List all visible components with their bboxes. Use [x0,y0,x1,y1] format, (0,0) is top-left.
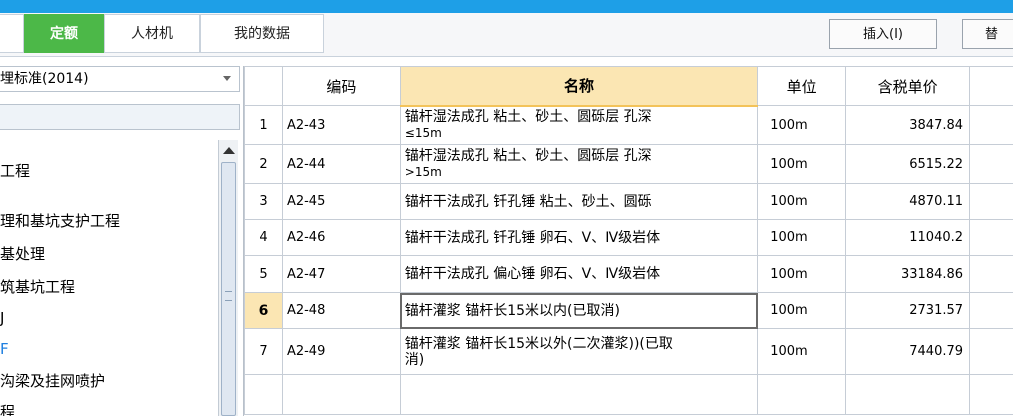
table-row[interactable]: 4 A2-46 锚杆干法成孔 钎孔锤 卵石、Ⅴ、Ⅳ级岩体 100m 11040.… [244,219,1013,256]
row-name[interactable]: 锚杆灌浆 锚杆长15米以内(已取消) [399,292,759,329]
row-code[interactable]: A2-46 [281,219,401,256]
row-unit[interactable]: 100m [757,183,847,220]
standard-select-value: 埋标准(2014) [0,71,89,87]
row-price[interactable]: 7440.79 [845,328,971,375]
table-row[interactable]: 1 A2-43 锚杆湿法成孔 粘土、砂土、圆砾层 孔深 ≤15m 100m 384… [244,105,1013,145]
table-row[interactable]: 5 A2-47 锚杆干法成孔 偏心锤 卵石、Ⅴ、Ⅳ级岩体 100m 33184.… [244,255,1013,293]
tab-quota[interactable]: 定额 [24,14,104,53]
row-empty [281,374,401,415]
header-price[interactable]: 含税单价 [845,66,971,106]
scroll-thumb[interactable] [221,162,236,416]
row-spacer [969,219,1013,256]
table-row[interactable]: 3 A2-45 锚杆干法成孔 钎孔锤 粘土、砂土、圆砾 100m 4870.11 [244,183,1013,220]
row-code[interactable]: A2-48 [281,292,401,329]
table-row[interactable] [244,374,1013,415]
row-name-line1: 锚杆灌浆 锚杆长15米以外(二次灌浆))(已取 [404,335,673,352]
row-name-line1: 锚杆湿法成孔 粘土、砂土、圆砾层 孔深 [404,148,652,164]
tree-item[interactable]: 理和基坑支护工程 [0,210,120,231]
row-price[interactable]: 2731.57 [845,292,971,329]
row-unit[interactable]: 100m [757,328,847,375]
tree-item[interactable]: 工程 [0,160,30,181]
row-unit[interactable]: 100m [757,255,847,293]
chevron-down-icon [223,76,231,81]
row-unit[interactable]: 100m [757,105,847,145]
row-name[interactable]: 锚杆灌浆 锚杆长15米以外(二次灌浆))(已取 消) [399,328,759,375]
row-code[interactable]: A2-44 [281,144,401,184]
row-empty [757,374,847,415]
title-bar [0,0,1013,13]
row-spacer [969,183,1013,220]
row-price[interactable]: 33184.86 [845,255,971,293]
row-number: 6 [244,292,283,329]
row-unit[interactable]: 100m [757,144,847,184]
tab-labor-material-machine[interactable]: 人材机 [104,14,200,53]
header-index [244,66,283,106]
scroll-up-icon[interactable] [223,147,235,154]
category-tree: 工程 理和基坑支护工程 基处理 筑基坑工程 J F 沟梁及挂网喷护 程 [0,140,218,416]
tab-bar: 定额 人材机 我的数据 插入(I) 替 [0,13,1013,57]
row-code[interactable]: A2-49 [281,328,401,375]
tab-my-data[interactable]: 我的数据 [200,14,324,53]
tree-scrollbar[interactable] [218,140,238,416]
row-unit[interactable]: 100m [757,292,847,329]
header-unit[interactable]: 单位 [757,66,847,106]
tree-item[interactable]: 沟梁及挂网喷护 [0,370,105,391]
row-empty [399,374,759,415]
header-code[interactable]: 编码 [281,66,401,106]
row-number: 3 [244,183,283,220]
tree-item-selected[interactable]: F [0,340,9,358]
row-number: 4 [244,219,283,256]
row-number: 2 [244,144,283,184]
row-spacer [969,105,1013,145]
row-spacer [969,328,1013,375]
row-empty [969,374,1013,415]
row-unit[interactable]: 100m [757,219,847,256]
row-price[interactable]: 6515.22 [845,144,971,184]
row-empty [244,374,283,415]
tree-item[interactable]: J [0,309,4,327]
grid-header-row: 编码 名称 单位 含税单价 [244,66,1013,107]
row-number: 5 [244,255,283,293]
grip-icon [225,291,232,301]
row-empty [845,374,971,415]
row-code[interactable]: A2-47 [281,255,401,293]
row-name-line2: 消) [404,351,425,368]
row-spacer [969,255,1013,293]
standard-select[interactable]: 埋标准(2014) [0,66,240,92]
row-name[interactable]: 锚杆湿法成孔 粘土、砂土、圆砾层 孔深 ≤15m [399,105,759,145]
row-number: 7 [244,328,283,375]
table-row[interactable]: 7 A2-49 锚杆灌浆 锚杆长15米以外(二次灌浆))(已取 消) 100m 7… [244,328,1013,375]
tree-item[interactable]: 程 [0,401,15,416]
row-code[interactable]: A2-43 [281,105,401,145]
table-row[interactable]: 2 A2-44 锚杆湿法成孔 粘土、砂土、圆砾层 孔深 >15m 100m 651… [244,144,1013,184]
row-name[interactable]: 锚杆干法成孔 钎孔锤 粘土、砂土、圆砾 [399,183,759,220]
row-number: 1 [244,105,283,145]
tab-overflow[interactable] [0,14,24,53]
header-spacer [969,66,1013,106]
row-price[interactable]: 3847.84 [845,105,971,145]
row-spacer [969,292,1013,329]
row-name-line2: ≤15m [404,126,442,141]
tree-item[interactable]: 筑基坑工程 [0,276,75,297]
replace-button[interactable]: 替 [962,19,1013,49]
row-price[interactable]: 11040.2 [845,219,971,256]
row-name-line2: >15m [404,165,442,179]
row-spacer [969,144,1013,184]
insert-button[interactable]: 插入(I) [829,19,937,49]
row-name[interactable]: 锚杆干法成孔 偏心锤 卵石、Ⅴ、Ⅳ级岩体 [399,255,759,293]
header-name[interactable]: 名称 [399,66,759,107]
table-row-selected[interactable]: 6 A2-48 锚杆灌浆 锚杆长15米以内(已取消) 100m 2731.57 [244,292,1013,329]
row-code[interactable]: A2-45 [281,183,401,220]
tree-item[interactable]: 基处理 [0,243,45,264]
row-name-line1: 锚杆湿法成孔 粘土、砂土、圆砾层 孔深 [404,109,652,126]
search-input[interactable] [0,104,240,130]
row-price[interactable]: 4870.11 [845,183,971,220]
quota-grid: 编码 名称 单位 含税单价 1 A2-43 锚杆湿法成孔 粘土、砂土、圆砾层 孔… [243,66,1013,416]
row-name[interactable]: 锚杆湿法成孔 粘土、砂土、圆砾层 孔深 >15m [399,144,759,184]
row-name[interactable]: 锚杆干法成孔 钎孔锤 卵石、Ⅴ、Ⅳ级岩体 [399,219,759,256]
